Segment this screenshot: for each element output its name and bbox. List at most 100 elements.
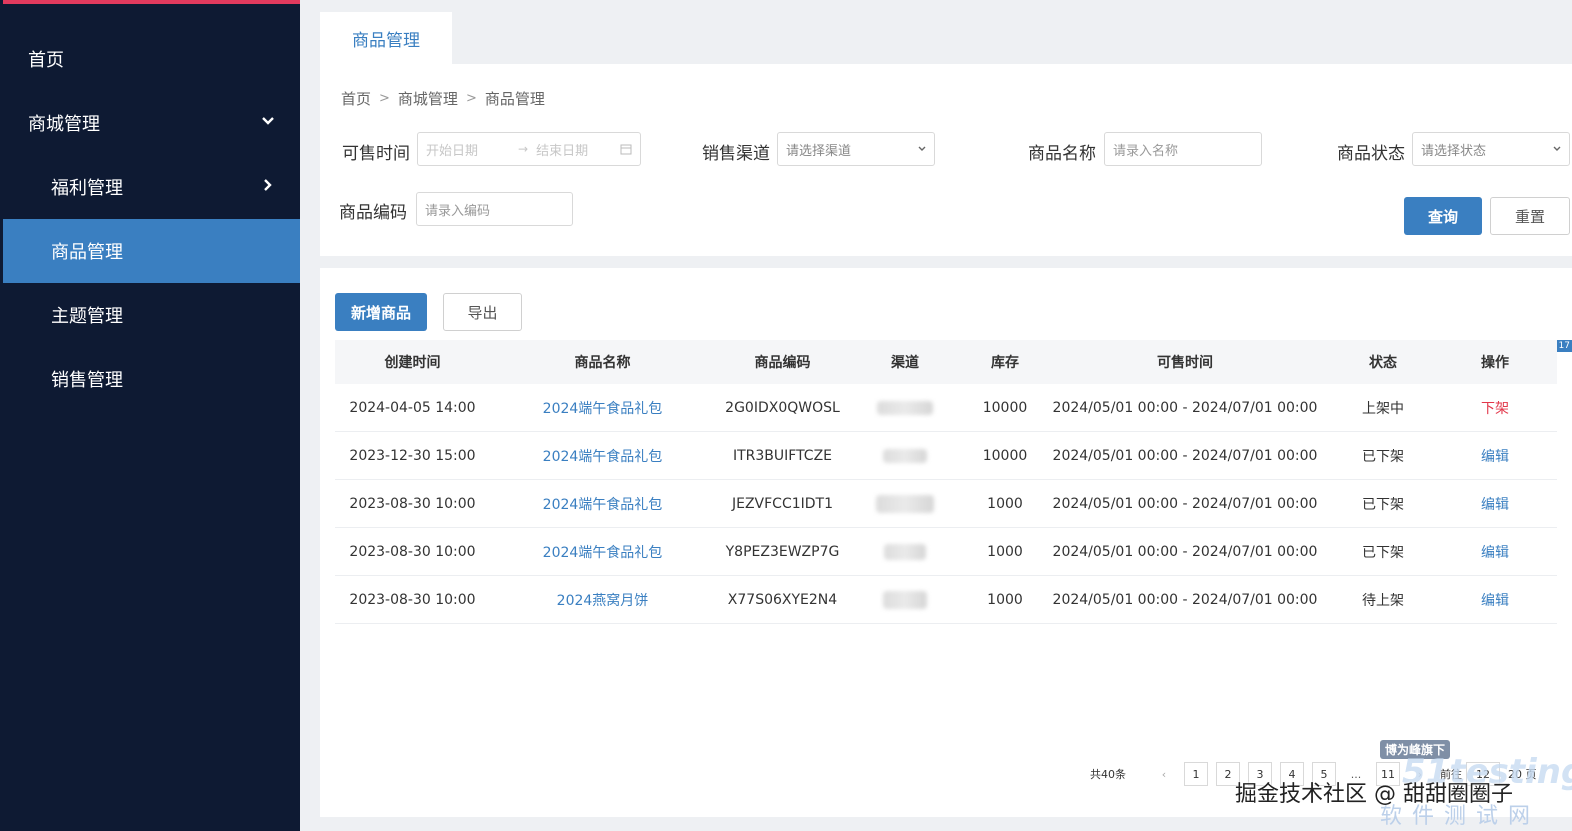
created-time-cell: 2023-08-30 10:00 [349,591,476,608]
sale-time-cell: 2024/05/01 00:00 - 2024/07/01 00:00 [1052,399,1318,416]
table-row: 2023-08-30 10:00 2024端午食品礼包 Y8PEZ3EWZP7G… [335,528,1557,576]
breadcrumb: 首页 > 商城管理 > 商品管理 [341,88,545,109]
product-code-cell: JEZVFCC1IDT1 [731,495,834,512]
edit-link[interactable]: 编辑 [1455,528,1535,575]
sidebar: 首页 商城管理 福利管理 商品管理 主题管理 销售管理 [0,0,303,831]
product-name-input[interactable]: 请录入名称 [1104,132,1262,166]
watermark-text: 掘金技术社区 @ 甜甜圈圈子 [1235,782,1513,807]
product-status-placeholder: 请选择状态 [1421,143,1487,159]
sidebar-item-label: 福利管理 [51,178,123,199]
edit-link[interactable]: 编辑 [1455,480,1535,527]
calendar-icon [620,144,632,155]
column-header: 可售时间 [1157,355,1213,371]
end-date-input[interactable]: 结束日期 [536,140,620,159]
sale-time-range-picker[interactable]: 开始日期 → 结束日期 [417,132,641,166]
stock-cell: 1000 [987,591,1023,608]
sidebar-item-product-management[interactable]: 商品管理 [3,219,300,283]
channel-cell-redacted [875,480,935,527]
channel-select[interactable]: 请选择渠道 [777,132,935,166]
stock-cell: 1000 [987,543,1023,560]
channel-cell-redacted [875,576,935,623]
table-header: 创建时间 商品名称 商品编码 渠道 库存 可售时间 状态 操作 [335,340,1557,384]
sidebar-item-welfare-management[interactable]: 福利管理 [3,155,300,219]
product-name-link[interactable]: 2024端午食品礼包 [505,384,700,431]
channel-label: 销售渠道 [702,144,770,164]
sidebar-item-label: 首页 [28,50,64,71]
add-product-button[interactable]: 新增商品 [335,293,427,331]
start-date-input[interactable]: 开始日期 [426,140,510,159]
table-row: 2024-04-05 14:00 2024端午食品礼包 2G0IDX0QWOSL… [335,384,1557,432]
channel-cell-redacted [875,528,935,575]
sidebar-item-theme-management[interactable]: 主题管理 [3,283,300,347]
filter-panel: 首页 > 商城管理 > 商品管理 可售时间 开始日期 → 结束日期 销售渠道 请… [320,64,1572,256]
sale-time-label: 可售时间 [342,144,410,164]
created-time-cell: 2023-08-30 10:00 [349,495,476,512]
column-header: 状态 [1369,355,1397,371]
export-button[interactable]: 导出 [443,293,522,331]
sidebar-item-label: 商品管理 [51,242,123,263]
breadcrumb-home[interactable]: 首页 [341,88,371,109]
chevron-left-icon[interactable]: ‹ [1152,762,1176,786]
product-name-link[interactable]: 2024端午食品礼包 [505,528,700,575]
reset-button[interactable]: 重置 [1490,197,1570,235]
product-code-cell: Y8PEZ3EWZP7G [725,543,840,560]
status-cell: 待上架 [1362,592,1404,609]
chevron-down-icon [1553,146,1561,151]
status-cell: 已下架 [1362,496,1404,513]
sidebar-item-mall-management[interactable]: 商城管理 [3,91,300,155]
stock-cell: 10000 [982,447,1028,464]
product-code-input[interactable]: 请录入编码 [416,192,573,226]
product-table: 创建时间 商品名称 商品编码 渠道 库存 可售时间 状态 操作 2024-04-… [335,340,1557,624]
created-time-cell: 2024-04-05 14:00 [349,399,476,416]
tab-product-management[interactable]: 商品管理 [320,12,452,64]
corner-badge: 17 [1556,340,1572,352]
take-offline-link[interactable]: 下架 [1455,384,1535,431]
chevron-right-icon: > [379,91,390,106]
column-header: 库存 [991,355,1019,371]
arrow-right-icon: → [518,142,529,156]
product-code-cell: 2G0IDX0QWOSL [725,399,840,416]
table-row: 2023-12-30 15:00 2024端午食品礼包 ITR3BUIFTCZE… [335,432,1557,480]
product-code-placeholder: 请录入编码 [425,203,491,219]
created-time-cell: 2023-08-30 10:00 [349,543,476,560]
product-status-label: 商品状态 [1337,144,1405,164]
product-name-link[interactable]: 2024端午食品礼包 [505,432,700,479]
sidebar-item-label: 商城管理 [28,114,100,135]
status-cell: 已下架 [1362,544,1404,561]
product-status-select[interactable]: 请选择状态 [1412,132,1570,166]
product-name-label: 商品名称 [1028,144,1096,164]
product-code-label: 商品编码 [339,203,407,223]
tab-label: 商品管理 [352,30,420,51]
sale-time-cell: 2024/05/01 00:00 - 2024/07/01 00:00 [1052,543,1318,560]
sidebar-item-label: 主题管理 [51,306,123,327]
sidebar-item-sales-management[interactable]: 销售管理 [3,347,300,411]
channel-cell-redacted [875,432,935,479]
top-accent-stripe [3,0,303,4]
edit-link[interactable]: 编辑 [1455,576,1535,623]
column-header: 商品名称 [574,355,631,371]
product-name-link[interactable]: 2024燕窝月饼 [505,576,700,623]
sidebar-item-home[interactable]: 首页 [3,27,300,91]
product-code-cell: X77S06XYE2N4 [727,591,838,608]
edit-link[interactable]: 编辑 [1455,432,1535,479]
stock-cell: 1000 [987,495,1023,512]
created-time-cell: 2023-12-30 15:00 [349,447,476,464]
tab-bar: 商品管理 [300,0,1572,64]
product-name-placeholder: 请录入名称 [1113,143,1179,159]
column-header: 商品编码 [754,355,811,371]
chevron-down-icon [918,146,926,151]
product-code-cell: ITR3BUIFTCZE [732,447,833,464]
status-cell: 已下架 [1362,448,1404,465]
sale-time-cell: 2024/05/01 00:00 - 2024/07/01 00:00 [1052,447,1318,464]
breadcrumb-current: 商品管理 [484,90,545,108]
sidebar-item-label: 销售管理 [51,370,123,391]
chevron-right-icon [264,179,272,191]
table-row: 2023-08-30 10:00 2024燕窝月饼 X77S06XYE2N4 1… [335,576,1557,624]
channel-select-placeholder: 请选择渠道 [786,143,852,159]
column-header: 渠道 [891,355,919,371]
search-button[interactable]: 查询 [1404,197,1482,235]
page-button[interactable]: 1 [1184,762,1208,786]
breadcrumb-mall[interactable]: 商城管理 [398,88,458,109]
product-name-link[interactable]: 2024端午食品礼包 [505,480,700,527]
table-panel: 新增商品 导出 创建时间 商品名称 商品编码 渠道 库存 可售时间 状态 操作 … [320,268,1572,817]
